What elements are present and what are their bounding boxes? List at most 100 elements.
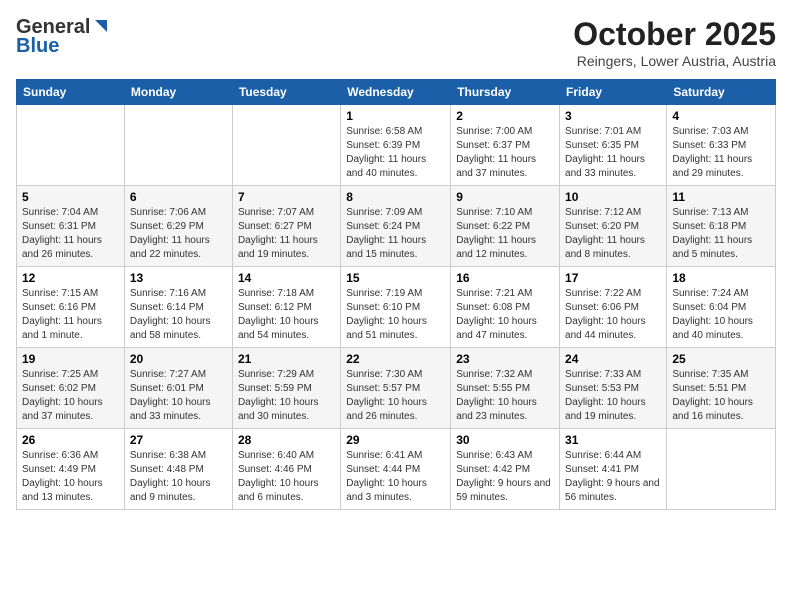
day-info: Sunrise: 6:58 AM Sunset: 6:39 PM Dayligh… [346, 125, 445, 181]
calendar-cell: 20Sunrise: 7:27 AM Sunset: 6:01 PM Dayli… [124, 348, 232, 429]
week-row-2: 5 Sunrise: 7:04 AM Sunset: 6:31 PM Daylig… [17, 186, 776, 267]
calendar-cell: 23 Sunrise: 7:32 AM Sunset: 5:55 PM Dayli… [451, 348, 560, 429]
day-info: Sunrise: 7:32 AM Sunset: 5:55 PM Dayligh… [456, 368, 554, 424]
calendar-cell: 4 Sunrise: 7:03 AM Sunset: 6:33 PM Daylig… [667, 105, 776, 186]
header-row: SundayMondayTuesdayWednesdayThursdayFrid… [17, 80, 776, 105]
day-number: 19 [22, 352, 119, 366]
day-number: 25 [672, 352, 770, 366]
calendar-cell: 3Sunrise: 7:01 AM Sunset: 6:35 PM Daylig… [560, 105, 667, 186]
day-info: Sunrise: 7:00 AM Sunset: 6:37 PM Dayligh… [456, 125, 554, 181]
day-info: Sunrise: 6:41 AM Sunset: 4:44 PM Dayligh… [346, 449, 445, 505]
calendar-cell: 27 Sunrise: 6:38 AM Sunset: 4:48 PM Dayli… [124, 429, 232, 510]
calendar-cell: 21 Sunrise: 7:29 AM Sunset: 5:59 PM Dayli… [232, 348, 340, 429]
day-info: Sunrise: 7:01 AM Sunset: 6:35 PM Dayligh… [565, 125, 661, 181]
calendar-cell: 30 Sunrise: 6:43 AM Sunset: 4:42 PM Dayli… [451, 429, 560, 510]
day-info: Sunrise: 7:10 AM Sunset: 6:22 PM Dayligh… [456, 206, 554, 262]
calendar-cell: 11 Sunrise: 7:13 AM Sunset: 6:18 PM Dayli… [667, 186, 776, 267]
day-info: Sunrise: 6:38 AM Sunset: 4:48 PM Dayligh… [130, 449, 227, 505]
title-block: October 2025 Reingers, Lower Austria, Au… [573, 16, 776, 69]
day-info: Sunrise: 6:40 AM Sunset: 4:46 PM Dayligh… [238, 449, 335, 505]
day-number: 1 [346, 109, 445, 123]
week-row-1: 1 Sunrise: 6:58 AM Sunset: 6:39 PM Daylig… [17, 105, 776, 186]
calendar-table: SundayMondayTuesdayWednesdayThursdayFrid… [16, 79, 776, 510]
day-info: Sunrise: 6:44 AM Sunset: 4:41 PM Dayligh… [565, 449, 661, 505]
day-number: 24 [565, 352, 661, 366]
day-info: Sunrise: 7:18 AM Sunset: 6:12 PM Dayligh… [238, 287, 335, 343]
calendar-cell: 19 Sunrise: 7:25 AM Sunset: 6:02 PM Dayli… [17, 348, 125, 429]
calendar-cell: 28 Sunrise: 6:40 AM Sunset: 4:46 PM Dayli… [232, 429, 340, 510]
col-header-monday: Monday [124, 80, 232, 105]
logo-triangle-icon [91, 18, 107, 34]
col-header-thursday: Thursday [451, 80, 560, 105]
day-info: Sunrise: 7:12 AM Sunset: 6:20 PM Dayligh… [565, 206, 661, 262]
day-info: Sunrise: 7:03 AM Sunset: 6:33 PM Dayligh… [672, 125, 770, 181]
calendar-cell: 18Sunrise: 7:24 AM Sunset: 6:04 PM Dayli… [667, 267, 776, 348]
day-number: 14 [238, 271, 335, 285]
day-info: Sunrise: 7:22 AM Sunset: 6:06 PM Dayligh… [565, 287, 661, 343]
calendar-cell: 12Sunrise: 7:15 AM Sunset: 6:16 PM Dayli… [17, 267, 125, 348]
day-info: Sunrise: 7:35 AM Sunset: 5:51 PM Dayligh… [672, 368, 770, 424]
calendar-cell [667, 429, 776, 510]
page-header: General Blue October 2025 Reingers, Lowe… [16, 16, 776, 69]
day-number: 28 [238, 433, 335, 447]
day-number: 26 [22, 433, 119, 447]
col-header-sunday: Sunday [17, 80, 125, 105]
week-row-3: 12Sunrise: 7:15 AM Sunset: 6:16 PM Dayli… [17, 267, 776, 348]
day-info: Sunrise: 7:33 AM Sunset: 5:53 PM Dayligh… [565, 368, 661, 424]
month-year-title: October 2025 [573, 16, 776, 53]
day-number: 2 [456, 109, 554, 123]
day-number: 7 [238, 190, 335, 204]
day-number: 9 [456, 190, 554, 204]
day-number: 8 [346, 190, 445, 204]
col-header-tuesday: Tuesday [232, 80, 340, 105]
day-info: Sunrise: 7:13 AM Sunset: 6:18 PM Dayligh… [672, 206, 770, 262]
day-info: Sunrise: 6:43 AM Sunset: 4:42 PM Dayligh… [456, 449, 554, 505]
day-info: Sunrise: 7:16 AM Sunset: 6:14 PM Dayligh… [130, 287, 227, 343]
day-info: Sunrise: 6:36 AM Sunset: 4:49 PM Dayligh… [22, 449, 119, 505]
day-number: 16 [456, 271, 554, 285]
day-info: Sunrise: 7:07 AM Sunset: 6:27 PM Dayligh… [238, 206, 335, 262]
calendar-cell: 10 Sunrise: 7:12 AM Sunset: 6:20 PM Dayli… [560, 186, 667, 267]
day-number: 4 [672, 109, 770, 123]
day-info: Sunrise: 7:09 AM Sunset: 6:24 PM Dayligh… [346, 206, 445, 262]
calendar-cell: 26 Sunrise: 6:36 AM Sunset: 4:49 PM Dayli… [17, 429, 125, 510]
calendar-cell: 6Sunrise: 7:06 AM Sunset: 6:29 PM Daylig… [124, 186, 232, 267]
calendar-cell: 15 Sunrise: 7:19 AM Sunset: 6:10 PM Dayli… [341, 267, 451, 348]
day-info: Sunrise: 7:24 AM Sunset: 6:04 PM Dayligh… [672, 287, 770, 343]
day-number: 30 [456, 433, 554, 447]
calendar-cell: 13 Sunrise: 7:16 AM Sunset: 6:14 PM Dayli… [124, 267, 232, 348]
calendar-cell: 25 Sunrise: 7:35 AM Sunset: 5:51 PM Dayli… [667, 348, 776, 429]
calendar-cell: 7 Sunrise: 7:07 AM Sunset: 6:27 PM Daylig… [232, 186, 340, 267]
day-info: Sunrise: 7:04 AM Sunset: 6:31 PM Dayligh… [22, 206, 119, 262]
calendar-cell: 22Sunrise: 7:30 AM Sunset: 5:57 PM Dayli… [341, 348, 451, 429]
col-header-saturday: Saturday [667, 80, 776, 105]
day-info: Sunrise: 7:25 AM Sunset: 6:02 PM Dayligh… [22, 368, 119, 424]
day-info: Sunrise: 7:19 AM Sunset: 6:10 PM Dayligh… [346, 287, 445, 343]
col-header-friday: Friday [560, 80, 667, 105]
calendar-cell: 17Sunrise: 7:22 AM Sunset: 6:06 PM Dayli… [560, 267, 667, 348]
calendar-cell: 31Sunrise: 6:44 AM Sunset: 4:41 PM Dayli… [560, 429, 667, 510]
logo: General Blue [16, 16, 107, 58]
day-number: 21 [238, 352, 335, 366]
calendar-cell: 2 Sunrise: 7:00 AM Sunset: 6:37 PM Daylig… [451, 105, 560, 186]
calendar-cell [232, 105, 340, 186]
calendar-cell: 8 Sunrise: 7:09 AM Sunset: 6:24 PM Daylig… [341, 186, 451, 267]
day-info: Sunrise: 7:29 AM Sunset: 5:59 PM Dayligh… [238, 368, 335, 424]
day-number: 15 [346, 271, 445, 285]
day-number: 29 [346, 433, 445, 447]
day-number: 23 [456, 352, 554, 366]
day-number: 27 [130, 433, 227, 447]
day-info: Sunrise: 7:21 AM Sunset: 6:08 PM Dayligh… [456, 287, 554, 343]
day-number: 13 [130, 271, 227, 285]
day-number: 5 [22, 190, 119, 204]
calendar-cell: 16 Sunrise: 7:21 AM Sunset: 6:08 PM Dayli… [451, 267, 560, 348]
day-info: Sunrise: 7:15 AM Sunset: 6:16 PM Dayligh… [22, 287, 119, 343]
calendar-cell [17, 105, 125, 186]
calendar-cell: 14 Sunrise: 7:18 AM Sunset: 6:12 PM Dayli… [232, 267, 340, 348]
day-number: 20 [130, 352, 227, 366]
calendar-cell: 29 Sunrise: 6:41 AM Sunset: 4:44 PM Dayli… [341, 429, 451, 510]
day-number: 10 [565, 190, 661, 204]
day-info: Sunrise: 7:30 AM Sunset: 5:57 PM Dayligh… [346, 368, 445, 424]
day-number: 11 [672, 190, 770, 204]
week-row-4: 19 Sunrise: 7:25 AM Sunset: 6:02 PM Dayli… [17, 348, 776, 429]
